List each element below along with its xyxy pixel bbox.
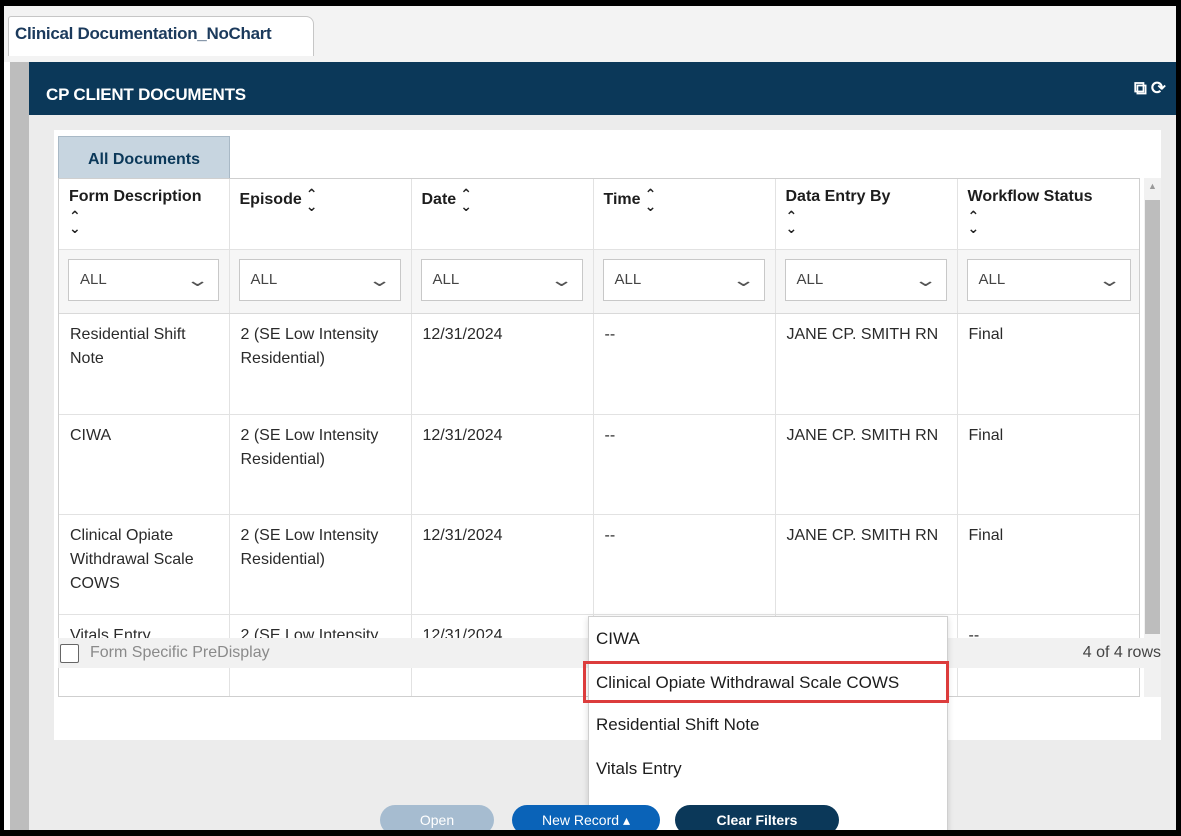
form-specific-predisplay-checkbox[interactable] xyxy=(60,644,79,663)
cell-form-description: Clinical Opiate Withdrawal Scale COWS xyxy=(59,514,230,615)
window-tab[interactable]: Clinical Documentation_NoChart xyxy=(8,16,314,56)
filter-workflow-status[interactable]: ALL ⌄ xyxy=(966,258,1131,301)
cell-time: -- xyxy=(593,313,776,415)
documents-panel: CP CLIENT DOCUMENTS ⧉ ⟳ All Documents Fo… xyxy=(29,62,1176,830)
checkbox-label: Form Specific PreDisplay xyxy=(90,644,270,661)
column-header-workflow-status[interactable]: Workflow Status ⌃ ⌄ xyxy=(957,179,1139,250)
column-header-form-description[interactable]: Form Description ⌃ ⌄ xyxy=(59,179,230,250)
cell-date: 12/31/2024 xyxy=(411,414,594,515)
filter-form-description[interactable]: ALL ⌄ xyxy=(68,258,219,301)
new-record-menu: CIWA Clinical Opiate Withdrawal Scale CO… xyxy=(583,616,949,830)
scroll-up-arrow-icon[interactable]: ▲ xyxy=(1148,181,1157,191)
window-tab-strip: Clinical Documentation_NoChart xyxy=(4,6,1176,62)
cell-time: -- xyxy=(593,514,776,615)
cell-form-description: CIWA xyxy=(59,414,230,515)
cell-episode: 2 (SE Low Intensity Residential) xyxy=(229,313,412,415)
column-header-time[interactable]: Time ⌃ ⌄ xyxy=(593,179,776,250)
column-header-date[interactable]: Date ⌃ ⌄ xyxy=(411,179,594,250)
cell-data-entry-by: JANE CP. SMITH RN xyxy=(775,313,958,415)
cell-workflow-status: Final xyxy=(957,313,1139,415)
sort-icon[interactable]: ⌃ ⌄ xyxy=(69,209,219,235)
column-header-data-entry-by[interactable]: Data Entry By ⌃ ⌄ xyxy=(775,179,958,250)
filter-time[interactable]: ALL ⌄ xyxy=(602,258,765,301)
cell-workflow-status: Final xyxy=(957,514,1139,615)
panel-header: CP CLIENT DOCUMENTS ⧉ ⟳ xyxy=(29,62,1176,115)
filter-data-entry-by[interactable]: ALL ⌄ xyxy=(784,258,947,301)
sort-icon[interactable]: ⌃ ⌄ xyxy=(306,187,318,213)
scroll-thumb[interactable] xyxy=(1145,200,1160,634)
cell-episode: 2 (SE Low Intensity Residential) xyxy=(229,514,412,615)
refresh-icon[interactable]: ⟳ xyxy=(1151,79,1166,97)
cell-workflow-status: Final xyxy=(957,414,1139,515)
open-button[interactable]: Open xyxy=(380,805,494,830)
caret-up-icon: ▴ xyxy=(622,812,630,828)
cell-data-entry-by: JANE CP. SMITH RN xyxy=(775,514,958,615)
cell-date: 12/31/2024 xyxy=(411,514,594,615)
sort-icon[interactable]: ⌃ ⌄ xyxy=(786,209,947,235)
menu-item-ciwa[interactable]: CIWA xyxy=(589,617,947,661)
cell-date: 12/31/2024 xyxy=(411,313,594,415)
left-resize-bar[interactable] xyxy=(10,62,29,830)
table-row[interactable]: CIWA 2 (SE Low Intensity Residential) 12… xyxy=(59,414,1139,515)
sort-icon[interactable]: ⌃ ⌄ xyxy=(968,209,1131,235)
popout-icon[interactable]: ⧉ xyxy=(1134,79,1147,97)
panel-title: CP CLIENT DOCUMENTS xyxy=(46,85,246,104)
table-row[interactable]: Clinical Opiate Withdrawal Scale COWS 2 … xyxy=(59,514,1139,615)
sort-icon[interactable]: ⌃ ⌄ xyxy=(645,187,657,213)
cell-form-description: Residential Shift Note xyxy=(59,313,230,415)
app-frame: Clinical Documentation_NoChart CP CLIENT… xyxy=(4,6,1176,830)
cell-data-entry-by: JANE CP. SMITH RN xyxy=(775,414,958,515)
menu-item-vitals-entry[interactable]: Vitals Entry xyxy=(589,747,947,791)
cell-time: -- xyxy=(593,414,776,515)
tab-all-documents[interactable]: All Documents xyxy=(58,136,230,178)
row-count: 4 of 4 rows xyxy=(1082,644,1161,661)
cell-episode: 2 (SE Low Intensity Residential) xyxy=(229,414,412,515)
filter-date[interactable]: ALL ⌄ xyxy=(420,258,583,301)
chevron-down-icon: ⌄ xyxy=(731,269,757,290)
chevron-down-icon: ⌄ xyxy=(913,269,939,290)
column-header-episode[interactable]: Episode ⌃ ⌄ xyxy=(229,179,412,250)
filter-episode[interactable]: ALL ⌄ xyxy=(238,258,401,301)
chevron-down-icon: ⌄ xyxy=(185,269,211,290)
chevron-down-icon: ⌄ xyxy=(1097,269,1123,290)
chevron-down-icon: ⌄ xyxy=(367,269,393,290)
grid-scrollbar[interactable]: ▲ ▼ xyxy=(1144,178,1161,697)
menu-item-cows[interactable]: Clinical Opiate Withdrawal Scale COWS xyxy=(583,661,949,703)
table-row[interactable]: Residential Shift Note 2 (SE Low Intensi… xyxy=(59,313,1139,415)
new-record-button[interactable]: New Record ▴ xyxy=(512,805,660,830)
menu-item-residential-shift-note[interactable]: Residential Shift Note xyxy=(589,703,947,747)
sort-icon[interactable]: ⌃ ⌄ xyxy=(460,187,472,213)
chevron-down-icon: ⌄ xyxy=(549,269,575,290)
clear-filters-button[interactable]: Clear Filters xyxy=(675,805,839,830)
